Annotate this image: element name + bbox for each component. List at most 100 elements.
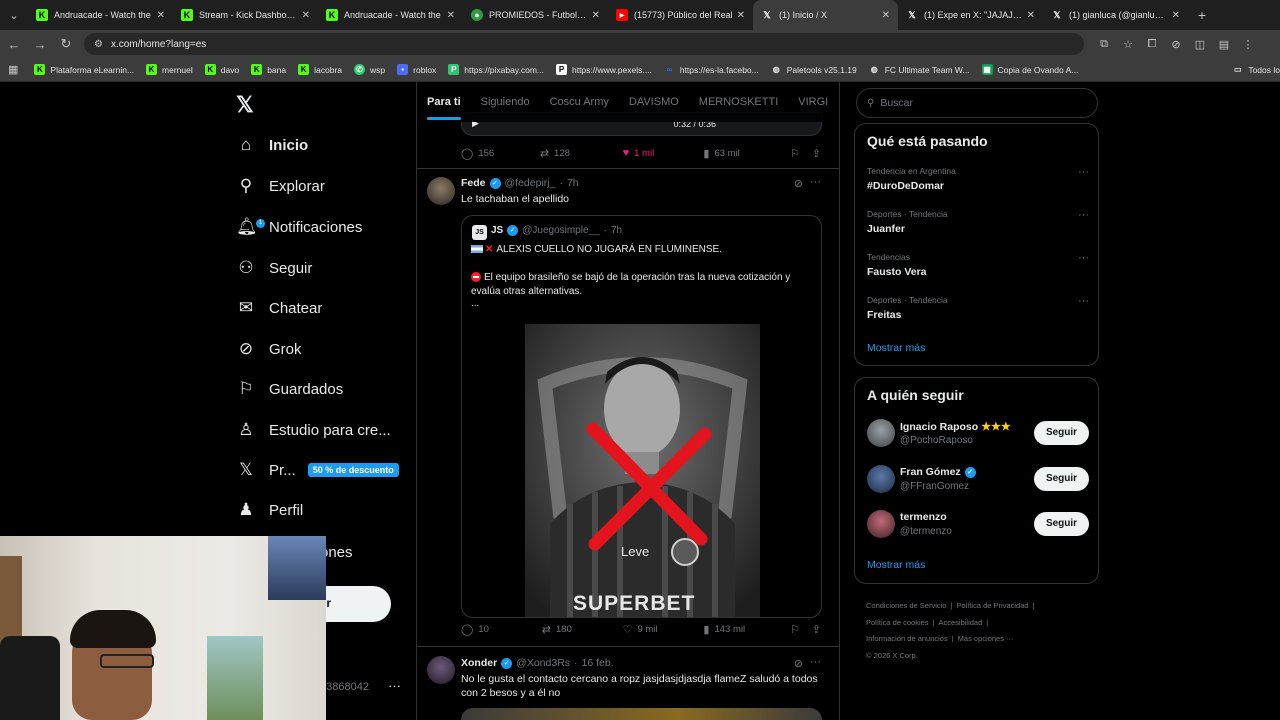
footer-link[interactable]: Política de cookies	[866, 618, 929, 627]
search-input[interactable]: ⚲ Buscar	[856, 88, 1098, 118]
close-icon[interactable]: ✕	[157, 10, 165, 21]
bookmark-item[interactable]: Phttps://www.pexels....	[555, 64, 652, 75]
follow-suggestion[interactable]: termenzo @termenzo Seguir	[867, 509, 1089, 541]
show-more-trends-link[interactable]: Mostrar más	[867, 342, 925, 354]
close-icon[interactable]: ✕	[592, 10, 600, 21]
all-bookmarks[interactable]: ▭ Todos lo	[1232, 64, 1280, 75]
bookmark-item[interactable]: K Plataforma eLearnin...	[34, 64, 134, 75]
author-handle[interactable]: @fedepirj_	[505, 177, 556, 189]
browser-tab[interactable]: K Andruacade - Watch the ✕	[28, 0, 173, 30]
tab-list[interactable]: DAVISMO	[629, 82, 679, 122]
author-name[interactable]: Xonder	[461, 657, 497, 669]
link-icon[interactable]: ⊘	[1164, 38, 1188, 51]
nav-item-notifications[interactable]: 🔔︎ 1 Notificaciones	[236, 212, 362, 242]
tweet-more-icon[interactable]: ···	[810, 656, 821, 668]
browser-tab[interactable]: K Stream - Kick Dashboard ✕	[173, 0, 318, 30]
bookmark-item[interactable]: ✆ wsp	[354, 64, 385, 75]
reply-button[interactable]: ◯ 156	[461, 147, 540, 160]
trend-more-icon[interactable]: ···	[1078, 209, 1089, 221]
follow-button[interactable]: Seguir	[1034, 421, 1089, 445]
follow-button[interactable]: Seguir	[1034, 467, 1089, 491]
tweet[interactable]: Xonder ✓ @Xond3Rs · 16 feb. ⊘ ··· No le …	[417, 647, 839, 720]
media-icon[interactable]: ◫	[1188, 38, 1212, 51]
author-name[interactable]: Fede	[461, 177, 486, 189]
bookmark-item[interactable]: ▪ roblox	[397, 64, 436, 75]
browser-tab[interactable]: ▶ (15773) Público del Real ✕	[608, 0, 753, 30]
close-icon[interactable]: ✕	[1172, 10, 1180, 21]
browser-tab[interactable]: 𝕏 (1) Expe en X: "JAJAJAJD ✕	[898, 0, 1043, 30]
bookmark-button[interactable]: ⚐	[790, 623, 812, 636]
bookmark-item[interactable]: Kdavo	[204, 64, 239, 75]
footer-link[interactable]: Accesibilidad	[939, 618, 983, 627]
share-button[interactable]: ⇪	[812, 623, 826, 636]
avatar[interactable]	[867, 465, 895, 493]
sidebar-icon[interactable]: ▤	[1212, 38, 1236, 51]
tab-list[interactable]: Coscu Army	[550, 82, 609, 122]
grok-explain-icon[interactable]: ⊘	[794, 177, 803, 190]
close-icon[interactable]: ✕	[1027, 10, 1035, 21]
browser-tab-active[interactable]: 𝕏 (1) Inicio / X ✕	[753, 0, 898, 30]
repost-button[interactable]: ⇄ 180	[542, 623, 623, 636]
avatar[interactable]	[427, 656, 455, 684]
nav-item-follow[interactable]: ⚇ Seguir	[236, 253, 312, 283]
follow-suggestion[interactable]: Fran Gómez ✓ @FFranGomez Seguir	[867, 464, 1089, 496]
author-handle[interactable]: @Xond3Rs	[516, 657, 570, 669]
x-logo-icon[interactable]: 𝕏	[236, 92, 254, 118]
site-info-icon[interactable]: ⚙	[94, 39, 103, 50]
trend-item[interactable]: Deportes · Tendencia Freitas ···	[867, 295, 1089, 321]
close-icon[interactable]: ✕	[737, 10, 745, 21]
tab-list[interactable]: VIRGI	[798, 82, 828, 122]
nav-item-creator-studio[interactable]: ♙ Estudio para cre...	[236, 415, 390, 445]
close-icon[interactable]: ✕	[882, 10, 890, 21]
quote-image[interactable]: Leve SUPERBET	[525, 324, 760, 617]
bookmark-item[interactable]: ∞ https://es-la.facebo...	[664, 64, 758, 75]
tweet-time[interactable]: 7h	[567, 177, 579, 189]
forward-arrow-icon[interactable]: →	[28, 32, 52, 56]
footer-link[interactable]: Más opciones ···	[958, 634, 1014, 643]
nav-item-bookmarks[interactable]: ⚐ Guardados	[236, 374, 343, 404]
avatar[interactable]	[867, 510, 895, 538]
grok-explain-icon[interactable]: ⊘	[794, 657, 803, 670]
tab-list[interactable]: MERNOSKETTI	[699, 82, 778, 122]
bookmark-item[interactable]: ▦ Copia de Ovando A...	[981, 64, 1078, 75]
nav-item-home[interactable]: ⌂ Inicio	[236, 130, 308, 160]
views-button[interactable]: ▮ 143 mil	[703, 623, 790, 636]
reply-button[interactable]: ◯ 10	[461, 623, 542, 636]
nav-item-premium[interactable]: 𝕏 Pr... 50 % de descuento	[236, 455, 399, 485]
tweet[interactable]: Fede ✓ @fedepirj_ · 7h ⊘ ··· Le tachaban…	[417, 169, 839, 645]
like-button[interactable]: ♡ 9 mil	[623, 623, 704, 636]
trend-item[interactable]: Tendencia en Argentina #DuroDeDomar ···	[867, 166, 1089, 192]
trend-more-icon[interactable]: ···	[1078, 252, 1089, 264]
tab-search-button[interactable]: ⌄	[0, 0, 28, 30]
profile-menu-icon[interactable]: ⋮	[1236, 38, 1260, 51]
tweet-more-icon[interactable]: ···	[810, 176, 821, 188]
close-icon[interactable]: ✕	[302, 10, 310, 21]
avatar[interactable]	[427, 177, 455, 205]
show-more-suggestions-link[interactable]: Mostrar más	[867, 559, 925, 571]
back-arrow-icon[interactable]: ←	[2, 32, 26, 56]
follow-suggestion[interactable]: Ignacio Raposo ★★★ @PochoRaposo Seguir	[867, 418, 1089, 450]
views-button[interactable]: ▮ 63 mil	[703, 147, 790, 160]
new-tab-button[interactable]: +	[1188, 0, 1216, 30]
trend-more-icon[interactable]: ···	[1078, 166, 1089, 178]
bookmark-button[interactable]: ⚐	[790, 147, 812, 160]
bookmark-item[interactable]: ◍ Paletools v25.1.19	[771, 64, 857, 75]
tab-following[interactable]: Siguiendo	[481, 82, 530, 122]
nav-item-profile[interactable]: ♟ Perfil	[236, 495, 303, 525]
extensions-icon[interactable]: ⧠	[1140, 38, 1164, 51]
bookmark-item[interactable]: Kbana	[251, 64, 286, 75]
tab-for-you[interactable]: Para ti	[427, 82, 461, 122]
nav-item-explore[interactable]: ⚲ Explorar	[236, 171, 325, 201]
nav-item-chat[interactable]: ✉ Chatear	[236, 293, 323, 323]
tweet-media-preview[interactable]	[461, 708, 822, 720]
quoted-tweet[interactable]: JS JS ✓ @Juegosimple__ · 7h ✕ ALEXIS CUEL…	[461, 215, 822, 618]
bookmark-item[interactable]: Phttps://pixabay.com...	[448, 64, 544, 75]
repost-button[interactable]: ⇄ 128	[540, 147, 623, 160]
browser-tab[interactable]: ● PROMIEDOS - Futbol Arg ✕	[463, 0, 608, 30]
follow-button[interactable]: Seguir	[1034, 512, 1089, 536]
bookmark-item[interactable]: ◍ FC Ultimate Team W...	[869, 64, 970, 75]
apps-grid-icon[interactable]: ▦	[8, 63, 18, 76]
trend-item[interactable]: Deportes · Tendencia Juanfer ···	[867, 209, 1089, 235]
url-bar[interactable]: ⚙ x.com/home?lang=es	[84, 33, 1084, 55]
footer-link[interactable]: Condiciones de Servicio	[866, 601, 946, 610]
